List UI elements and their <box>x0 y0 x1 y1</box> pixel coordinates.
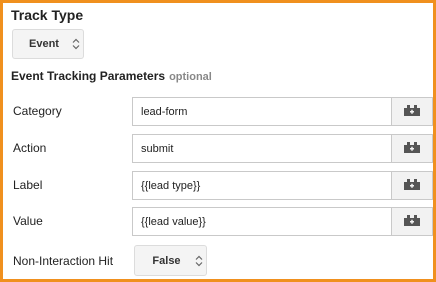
category-input[interactable]: lead-form <box>132 97 391 126</box>
action-input[interactable]: submit <box>132 134 391 163</box>
event-tracking-panel: Track Type Event Event Tracking Paramete… <box>0 0 436 282</box>
value-variable-button[interactable] <box>391 207 433 236</box>
variable-brick-icon <box>404 140 420 158</box>
label-label: Label <box>13 178 43 192</box>
action-label: Action <box>13 141 47 155</box>
track-type-heading: Track Type <box>11 7 84 23</box>
up-down-chevron-icon <box>69 38 83 50</box>
track-type-value: Event <box>29 38 59 50</box>
optional-label: optional <box>169 71 212 83</box>
non-interaction-value: False <box>152 254 181 267</box>
params-heading: Event Tracking Parameters optional <box>11 69 212 83</box>
non-interaction-label: Non-Interaction Hit <box>13 254 114 268</box>
track-type-select[interactable]: Event <box>12 29 84 59</box>
category-label: Category <box>13 104 62 118</box>
action-variable-button[interactable] <box>391 134 433 163</box>
up-down-chevron-icon <box>192 255 206 267</box>
variable-brick-icon <box>404 213 420 231</box>
non-interaction-select[interactable]: False <box>134 245 207 276</box>
variable-brick-icon <box>404 177 420 195</box>
category-variable-button[interactable] <box>391 97 433 126</box>
value-input[interactable]: {{lead value}} <box>132 207 391 236</box>
label-variable-button[interactable] <box>391 171 433 200</box>
variable-brick-icon <box>404 103 420 121</box>
label-input[interactable]: {{lead type}} <box>132 171 391 200</box>
value-label: Value <box>13 214 43 228</box>
params-heading-text: Event Tracking Parameters <box>11 69 166 83</box>
